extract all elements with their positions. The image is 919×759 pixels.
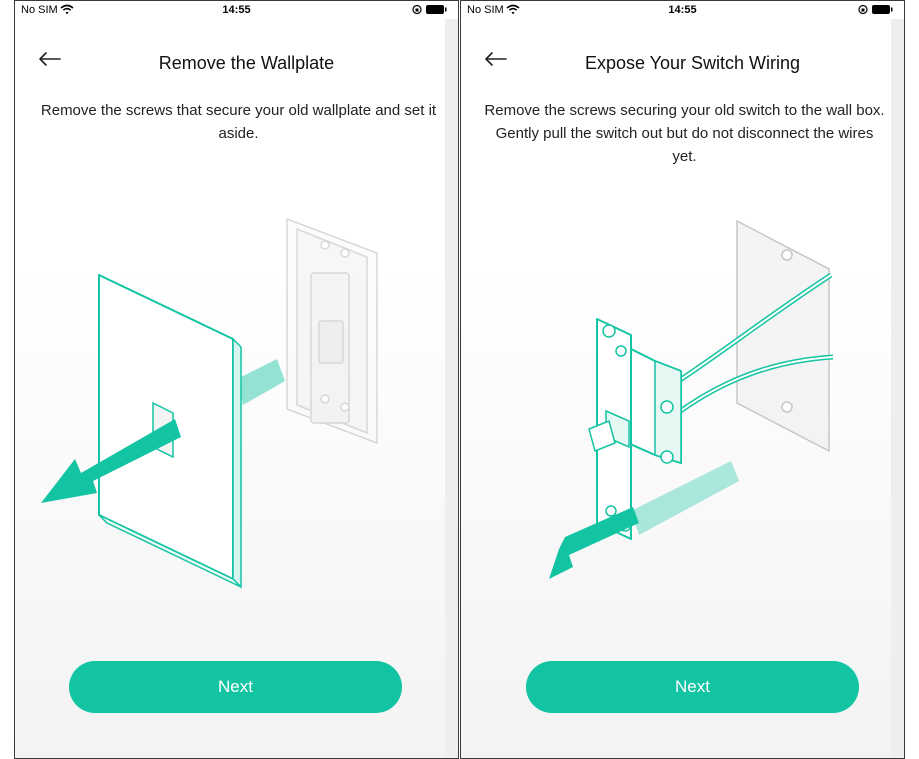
status-time: 14:55 xyxy=(222,4,251,16)
back-arrow-icon[interactable] xyxy=(35,47,65,71)
scrollbar[interactable] xyxy=(891,19,904,758)
instruction-text: Remove the screws that secure your old w… xyxy=(40,102,437,142)
status-time: 14:55 xyxy=(668,4,697,16)
screen-expose-switch-wiring: No SIM 14:55 Expose Your Switch Wiring R… xyxy=(460,0,905,759)
next-button[interactable]: Next xyxy=(69,661,402,713)
status-bar: No SIM 14:55 xyxy=(461,1,904,19)
screen-remove-wallplate: No SIM 14:55 Remove the Wallplate Remove… xyxy=(14,0,459,759)
page-title: Expose Your Switch Wiring xyxy=(584,53,801,73)
page-title: Remove the Wallplate xyxy=(158,53,335,73)
wallplate-illustration xyxy=(41,217,378,589)
status-bar: No SIM 14:55 xyxy=(15,1,458,19)
next-button[interactable]: Next xyxy=(526,661,859,713)
instruction-text: Remove the screws securing your old swit… xyxy=(484,102,885,165)
battery-icon xyxy=(412,4,448,18)
back-arrow-icon[interactable] xyxy=(481,47,511,71)
scrollbar[interactable] xyxy=(445,19,458,758)
battery-icon xyxy=(858,4,894,18)
switch-wiring-illustration xyxy=(549,219,834,579)
